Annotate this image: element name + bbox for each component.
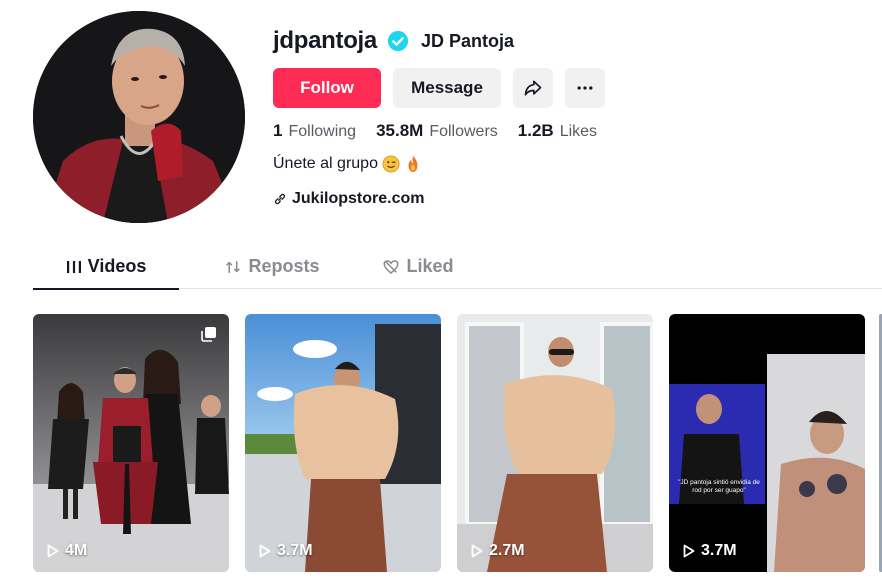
link-icon — [274, 193, 286, 205]
play-icon — [683, 544, 695, 558]
share-button[interactable] — [513, 68, 553, 108]
following-count: 1 — [273, 121, 283, 140]
message-button[interactable]: Message — [393, 68, 501, 108]
video-card[interactable]: 3.7M — [245, 314, 441, 572]
profile-avatar[interactable] — [33, 11, 245, 223]
repost-icon — [226, 261, 241, 273]
play-icon — [471, 544, 483, 558]
username: jdpantoja — [273, 27, 377, 54]
profile-link-text: Jukilopstore.com — [292, 190, 425, 207]
profile-link[interactable]: Jukilopstore.com — [273, 190, 424, 208]
video-view-count-text: 3.7M — [701, 542, 737, 559]
video-view-count-text: 2.7M — [489, 542, 525, 559]
multi-image-icon — [201, 327, 216, 342]
video-view-count: 3.7M — [683, 542, 737, 560]
fire-emoji-icon — [408, 155, 418, 173]
heart-icon — [383, 260, 399, 274]
video-view-count-text: 3.7M — [277, 542, 313, 559]
follow-button[interactable]: Follow — [273, 68, 381, 108]
video-thumbnail-inflatable-costume — [245, 314, 441, 572]
tab-liked[interactable]: Liked — [345, 250, 491, 289]
video-view-count-text: 4M — [65, 542, 88, 559]
likes-label: Likes — [559, 123, 598, 140]
likes-count: 1.2B — [517, 121, 554, 140]
play-icon — [47, 544, 59, 558]
nickname: JD Pantoja — [420, 30, 514, 51]
profile-title-row: jdpantoja JD Pantoja — [273, 26, 514, 56]
profile-tabs: Videos Reposts Liked — [33, 250, 882, 290]
tab-reposts[interactable]: Reposts — [199, 250, 345, 289]
video-thumbnail-split-screen — [669, 314, 865, 572]
video-view-count: 2.7M — [471, 542, 525, 560]
profile-actions: Follow Message — [273, 68, 605, 108]
more-button[interactable] — [565, 68, 605, 108]
video-card[interactable]: 2.7M — [457, 314, 653, 572]
profile-bio: Únete al grupo — [273, 155, 422, 173]
avatar-image — [33, 11, 245, 223]
video-card[interactable]: "JD pantoja sintió envidia de rod por se… — [669, 314, 865, 572]
followers-stat[interactable]: 35.8M Followers — [376, 121, 498, 141]
video-grid: 4M 3.7M 2.7M "JD pantoja sintió envidia … — [33, 314, 865, 572]
video-caption: "JD pantoja sintió envidia de rod por se… — [678, 479, 760, 494]
grid-icon — [66, 261, 81, 273]
verified-badge-icon — [387, 30, 409, 52]
likes-stat: 1.2B Likes — [518, 121, 597, 141]
profile-stats: 1 Following 35.8M Followers 1.2B Likes — [273, 121, 617, 141]
following-stat[interactable]: 1 Following — [273, 121, 356, 141]
more-icon — [577, 86, 593, 90]
tab-videos[interactable]: Videos — [33, 250, 179, 290]
bio-text: Únete al grupo — [273, 155, 378, 172]
video-view-count: 3.7M — [259, 542, 313, 560]
tab-reposts-label: Reposts — [248, 256, 320, 276]
play-icon — [259, 544, 271, 558]
followers-label: Followers — [429, 123, 498, 140]
video-thumbnail-inflatable-costume-indoor — [457, 314, 653, 572]
followers-count: 35.8M — [376, 121, 424, 140]
video-card[interactable]: 4M — [33, 314, 229, 572]
share-icon — [524, 80, 542, 96]
video-thumbnail-family — [33, 314, 229, 572]
tab-videos-label: Videos — [87, 256, 147, 276]
following-label: Following — [288, 123, 357, 140]
video-view-count: 4M — [47, 542, 87, 560]
wink-face-emoji-icon — [382, 155, 400, 173]
tab-liked-label: Liked — [406, 256, 454, 276]
